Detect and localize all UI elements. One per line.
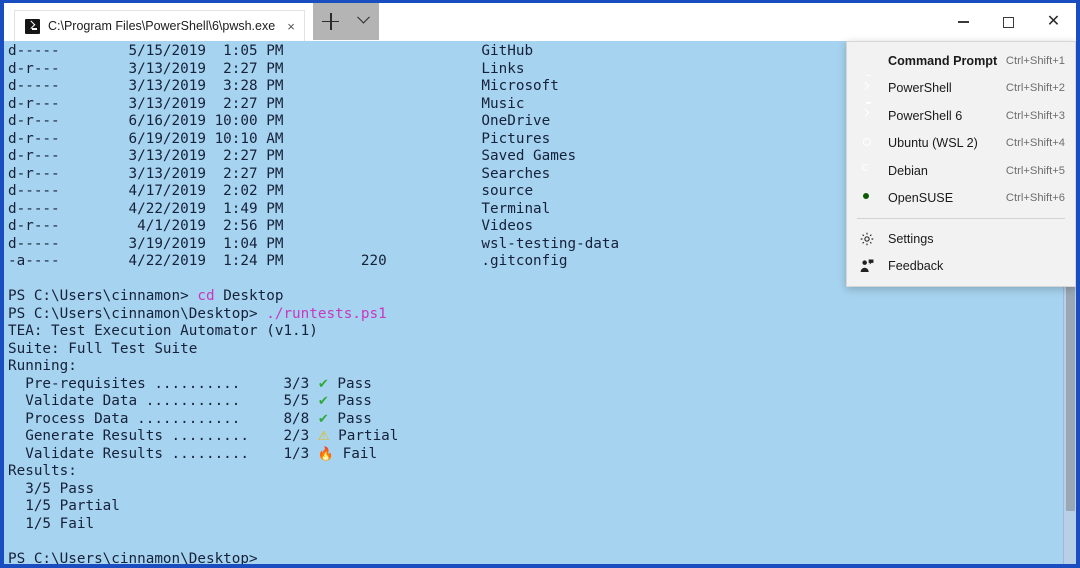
gear-icon [859,230,877,248]
menu-item-label: Command Prompt [888,54,1006,68]
minimize-icon [958,21,969,22]
menu-item-feedback[interactable]: Feedback [847,253,1075,281]
terminal-line: Process Data ............ 8/8 ✔ Pass [8,411,619,429]
tab-title: C:\Program Files\PowerShell\6\pwsh.exe [48,20,275,33]
terminal-line: d-r--- 3/13/2019 2:27 PM Links [8,61,619,79]
menu-item-settings[interactable]: Settings [847,225,1075,253]
window-controls: ✕ [941,3,1076,41]
menu-item-shortcut: Ctrl+Shift+3 [1006,110,1065,122]
terminal-line: d----- 4/17/2019 2:02 PM source [8,183,619,201]
menu-item-label: OpenSUSE [888,191,1006,205]
menu-item-debian[interactable]: DebianCtrl+Shift+5 [847,157,1075,185]
minimize-button[interactable] [941,3,986,41]
new-tab-cluster [313,3,379,40]
menu-divider [857,218,1065,219]
terminal-line: Running: [8,358,619,376]
maximize-button[interactable] [986,3,1031,41]
terminal-line: d-r--- 3/13/2019 2:27 PM Music [8,96,619,114]
terminal-line: Generate Results ......... 2/3 ⚠ Partial [8,428,619,446]
terminal-line: Validate Results ......... 1/3 🔥 Fail [8,446,619,464]
close-button[interactable]: ✕ [1031,3,1076,41]
title-bar: C:\Program Files\PowerShell\6\pwsh.exe ×… [4,3,1076,41]
terminal-line: Pre-requisites .......... 3/3 ✔ Pass [8,376,619,394]
terminal-line: 1/5 Partial [8,498,619,516]
menu-item-powershell-6[interactable]: PowerShell 6Ctrl+Shift+3 [847,102,1075,130]
terminal-line: PS C:\Users\cinnamon\Desktop> ./runtests… [8,306,619,324]
terminal-line: d----- 5/15/2019 1:05 PM GitHub [8,43,619,61]
menu-item-label: Settings [888,232,1065,246]
fire-icon: 🔥 [318,447,334,462]
check-icon: ✔ [318,412,329,427]
feedback-icon [859,257,877,275]
menu-footer-list: Settings Feedback [847,225,1075,280]
maximize-icon [1003,17,1014,28]
menu-item-label: Feedback [888,259,1065,273]
debian-icon [859,162,877,180]
menu-item-shortcut: Ctrl+Shift+1 [1006,55,1065,67]
tab-strip: C:\Program Files\PowerShell\6\pwsh.exe × [4,3,305,41]
powershell-6-icon [859,107,877,125]
terminal-window: C:\Program Files\PowerShell\6\pwsh.exe ×… [0,0,1080,568]
terminal-line: PS C:\Users\cinnamon> cd Desktop [8,288,619,306]
menu-item-opensuse[interactable]: OpenSUSECtrl+Shift+6 [847,185,1075,213]
terminal-line: d----- 4/22/2019 1:49 PM Terminal [8,201,619,219]
menu-profile-list: Command PromptCtrl+Shift+1PowerShellCtrl… [847,47,1075,212]
ubuntu-icon [859,134,877,152]
terminal-line: Suite: Full Test Suite [8,341,619,359]
menu-item-shortcut: Ctrl+Shift+6 [1006,192,1065,204]
menu-item-shortcut: Ctrl+Shift+5 [1006,165,1065,177]
check-icon: ✔ [318,377,329,392]
close-icon: ✕ [1047,14,1060,30]
close-icon[interactable]: × [285,20,297,33]
menu-item-ubuntu-wsl-2[interactable]: Ubuntu (WSL 2)Ctrl+Shift+4 [847,130,1075,158]
check-icon: ✔ [318,394,329,409]
terminal-line: 1/5 Fail [8,516,619,534]
terminal-line: TEA: Test Execution Automator (v1.1) [8,323,619,341]
plus-icon[interactable] [313,3,349,40]
opensuse-icon [859,189,877,207]
menu-item-label: PowerShell [888,81,1006,95]
terminal-line: d----- 3/19/2019 1:04 PM wsl-testing-dat… [8,236,619,254]
terminal-line: Results: [8,463,619,481]
command-prompt-icon [859,52,877,70]
terminal-line: d-r--- 3/13/2019 2:27 PM Saved Games [8,148,619,166]
menu-item-label: Ubuntu (WSL 2) [888,136,1006,150]
chevron-glyph [357,11,370,24]
terminal-line: d-r--- 4/1/2019 2:56 PM Videos [8,218,619,236]
terminal-line: d-r--- 6/19/2019 10:10 AM Pictures [8,131,619,149]
terminal-line: Validate Data ........... 5/5 ✔ Pass [8,393,619,411]
terminal-line: -a---- 4/22/2019 1:24 PM 220 .gitconfig [8,253,619,271]
menu-item-shortcut: Ctrl+Shift+4 [1006,137,1065,149]
terminal-text: d----- 5/15/2019 1:05 PM GitHubd-r--- 3/… [4,41,619,564]
powershell-icon [859,79,877,97]
terminal-line [8,271,619,289]
titlebar-spacer [379,3,941,41]
menu-item-command-prompt[interactable]: Command PromptCtrl+Shift+1 [847,47,1075,75]
terminal-line [8,533,619,551]
profile-dropdown-menu: Command PromptCtrl+Shift+1PowerShellCtrl… [846,41,1076,287]
terminal-line: PS C:\Users\cinnamon\Desktop> [8,551,619,565]
menu-item-label: PowerShell 6 [888,109,1006,123]
terminal-line: 3/5 Pass [8,481,619,499]
menu-item-label: Debian [888,164,1006,178]
chevron-down-icon[interactable] [349,3,379,40]
terminal-line: d-r--- 6/16/2019 10:00 PM OneDrive [8,113,619,131]
terminal-line: d-r--- 3/13/2019 2:27 PM Searches [8,166,619,184]
terminal-line: d----- 3/13/2019 3:28 PM Microsoft [8,78,619,96]
menu-item-powershell[interactable]: PowerShellCtrl+Shift+2 [847,75,1075,103]
powershell-icon [25,19,40,34]
menu-item-shortcut: Ctrl+Shift+2 [1006,82,1065,94]
warning-icon: ⚠ [318,429,330,444]
tab-pwsh[interactable]: C:\Program Files\PowerShell\6\pwsh.exe × [14,10,305,41]
